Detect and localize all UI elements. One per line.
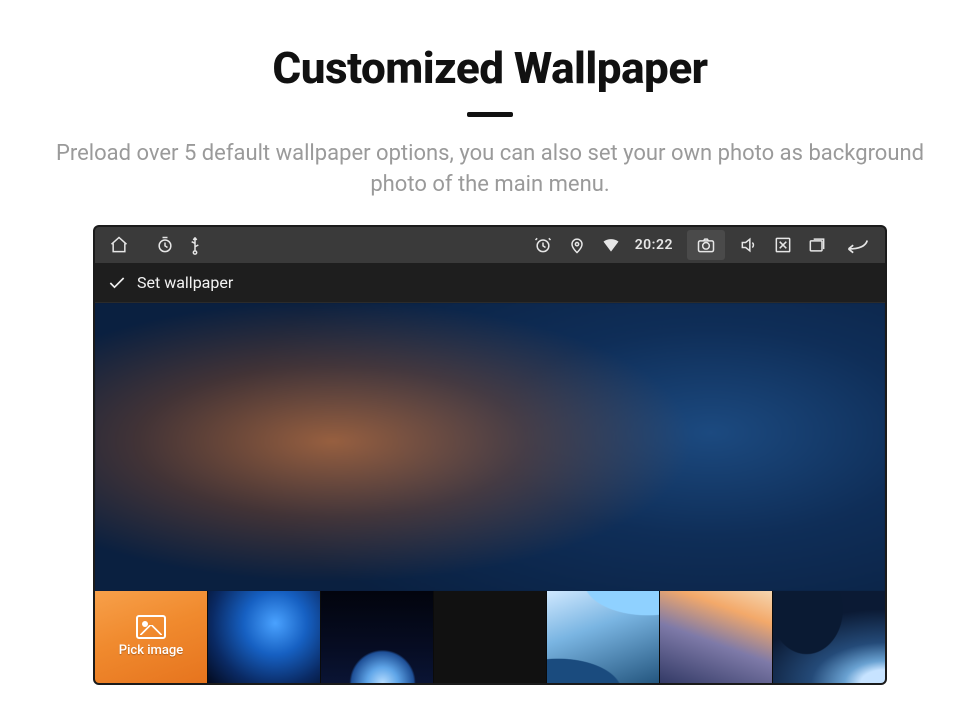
wallpaper-thumb-aurora[interactable] [659, 591, 772, 683]
pick-image-tile[interactable]: Pick image [95, 591, 207, 683]
title-bar-label: Set wallpaper [137, 273, 233, 292]
wallpaper-thumb-swirl[interactable] [772, 591, 885, 683]
hero-divider [467, 112, 513, 117]
wifi-icon [601, 235, 621, 255]
status-time: 20:22 [635, 237, 673, 253]
wallpaper-thumb-planet[interactable] [320, 591, 433, 683]
location-icon [567, 235, 587, 255]
camera-icon [696, 235, 716, 255]
picture-icon [136, 615, 166, 639]
wallpaper-preview-image [95, 303, 885, 591]
wallpaper-thumb-horizon[interactable] [433, 591, 546, 683]
pick-image-label: Pick image [119, 643, 183, 658]
x-box-icon[interactable] [773, 235, 793, 255]
wallpaper-thumb-nebula[interactable] [207, 591, 320, 683]
device-screenshot: 20:22 [95, 227, 885, 683]
back-icon[interactable] [841, 235, 871, 255]
camera-button[interactable] [687, 230, 725, 260]
hero-title: Customized Wallpaper [272, 42, 707, 94]
alarm-icon [533, 235, 553, 255]
status-bar: 20:22 [95, 227, 885, 263]
page: Customized Wallpaper Preload over 5 defa… [0, 0, 980, 709]
wallpaper-thumb-strip[interactable]: Pick image [95, 591, 885, 683]
title-bar: Set wallpaper [95, 263, 885, 303]
home-icon[interactable] [109, 235, 129, 255]
wallpaper-thumb-wave[interactable] [546, 591, 659, 683]
recents-icon[interactable] [807, 235, 827, 255]
usb-icon [185, 235, 205, 255]
check-icon[interactable] [107, 273, 127, 293]
hero-subtitle: Preload over 5 default wallpaper options… [40, 139, 940, 201]
volume-icon[interactable] [739, 235, 759, 255]
wallpaper-preview [95, 303, 885, 591]
timer-icon [155, 235, 175, 255]
